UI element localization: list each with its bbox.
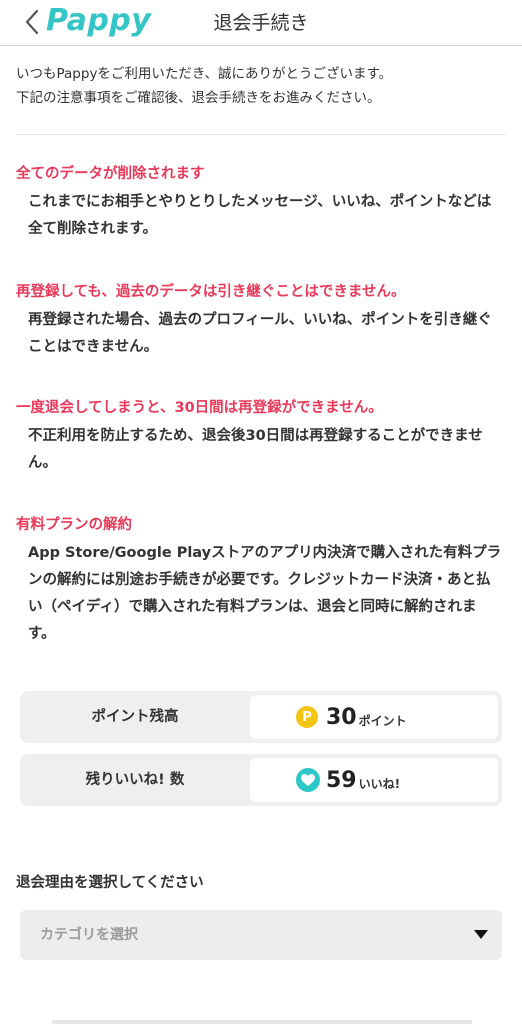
notice-body: 不正利用を防止するため、退会後30日間は再登録することができません。: [28, 428, 483, 471]
points-value-box: P 30 ポイント: [250, 695, 498, 739]
points-label: ポイント残高: [91, 709, 179, 725]
select-placeholder: カテゴリを選択: [40, 927, 138, 943]
notice-reregistration-limit: 一度退会してしまうと、30日間は再登録ができません。 不正利用を防止するため、退…: [16, 397, 516, 477]
likes-unit: いいね!: [358, 776, 401, 791]
notice-body: 再登録された場合、過去のプロフィール、いいね、ポイントを引き継ぐことはできません…: [28, 312, 492, 355]
intro-line-1: いつもPappyをご利用いただき、誠にありがとうございます。: [16, 66, 393, 82]
likes-value-box: 59 いいね!: [250, 758, 498, 802]
notice-paid-plan-cancel: 有料プランの解約 App Store/Google Playストアのアプリ内決済…: [16, 514, 516, 648]
notice-body: これまでにお相手とやりとりしたメッセージ、いいね、ポイントなどは全て削除されます…: [28, 194, 492, 237]
likes-label: 残りいいね! 数: [85, 772, 185, 788]
notice-body: App Store/Google Playストアのアプリ内決済で購入された有料プ…: [28, 545, 502, 642]
triangle-down-icon: [474, 930, 488, 939]
intro-line-2: 下記の注意事項をご確認後、退会手続きをお進みください。: [16, 90, 381, 106]
app-header: Pappy 退会手続き: [0, 0, 522, 46]
divider: [16, 134, 506, 135]
likes-remaining-row: 残りいいね! 数 59 いいね!: [20, 754, 502, 806]
points-balance-row: ポイント残高 P 30 ポイント: [20, 691, 502, 743]
intro-text: いつもPappyをご利用いただき、誠にありがとうございます。 下記の注意事項をご…: [16, 62, 516, 110]
page-title: 退会手続き: [213, 12, 309, 34]
notice-title: 一度退会してしまうと、30日間は再登録ができません。: [16, 400, 383, 416]
heart-icon: [296, 768, 320, 792]
next-button-edge[interactable]: [52, 1020, 472, 1024]
likes-value: 59: [326, 767, 357, 793]
reason-label: 退会理由を選択してください: [16, 875, 204, 891]
notice-title: 再登録しても、過去のデータは引き継ぐことはできません。: [16, 284, 406, 300]
coin-icon: P: [296, 706, 318, 728]
notice-title: 全てのデータが削除されます: [16, 166, 205, 182]
notice-no-data-transfer: 再登録しても、過去のデータは引き継ぐことはできません。 再登録された場合、過去の…: [16, 281, 516, 361]
reason-category-select[interactable]: カテゴリを選択: [20, 910, 502, 960]
notice-title: 有料プランの解約: [16, 517, 132, 533]
notice-data-deletion: 全てのデータが削除されます これまでにお相手とやりとりしたメッセージ、いいね、ポ…: [16, 163, 516, 243]
points-unit: ポイント: [358, 713, 407, 728]
points-value: 30: [326, 704, 357, 730]
